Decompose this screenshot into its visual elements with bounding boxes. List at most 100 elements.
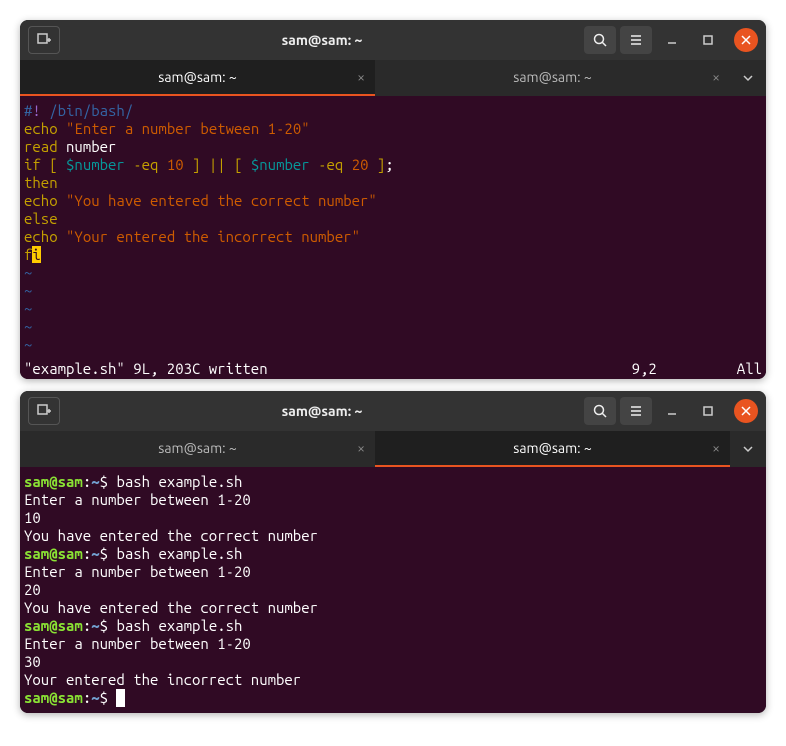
close-icon (741, 35, 751, 45)
prompt-user: sam@sam (24, 545, 83, 562)
op-eq: -eq (125, 156, 167, 173)
terminal-window-2: sam@sam: ~ sam@sam: ~ × sam@sam: ~ × sam… (20, 391, 766, 713)
titlebar: sam@sam: ~ (20, 20, 766, 60)
tab-menu-button[interactable] (730, 431, 766, 467)
out: Enter a number between 1-20 (24, 635, 251, 652)
close-icon (741, 406, 751, 416)
new-tab-button[interactable] (28, 26, 60, 54)
maximize-button[interactable] (692, 397, 724, 425)
search-button[interactable] (584, 26, 616, 54)
prompt-sep: : (83, 689, 91, 706)
menu-button[interactable] (620, 26, 652, 54)
bracket: ] (369, 156, 386, 173)
prompt-dollar: $ (100, 473, 117, 490)
kw-else: else (24, 210, 58, 227)
prompt-dollar: $ (100, 689, 117, 706)
prompt-path: ~ (91, 473, 99, 490)
tilde: ~ (24, 300, 32, 317)
bracket: ] (184, 156, 209, 173)
str: "You have entered the correct number" (66, 192, 377, 209)
prompt-path: ~ (91, 689, 99, 706)
tab-close-icon[interactable]: × (357, 69, 365, 85)
new-tab-icon (36, 32, 52, 48)
tab-label: sam@sam: ~ (158, 440, 236, 456)
out: Your entered the incorrect number (24, 671, 301, 688)
minimize-button[interactable] (656, 26, 688, 54)
tilde: ~ (24, 264, 32, 281)
var: $number (66, 156, 125, 173)
maximize-icon (702, 34, 714, 46)
search-icon (592, 32, 608, 48)
str: "Enter a number between 1-20" (66, 120, 310, 137)
terminal-content-vim[interactable]: #! /bin/bash/ echo "Enter a number betwe… (20, 96, 766, 360)
search-button[interactable] (584, 397, 616, 425)
out: You have entered the correct number (24, 599, 318, 616)
prompt-user: sam@sam (24, 473, 83, 490)
tilde: ~ (24, 282, 32, 299)
prompt-path: ~ (91, 545, 99, 562)
shell-cursor (116, 689, 125, 707)
vim-cursor: i (32, 246, 40, 263)
out: Enter a number between 1-20 (24, 563, 251, 580)
tab-1[interactable]: sam@sam: ~ × (20, 431, 375, 467)
input: 10 (24, 509, 41, 526)
kw-echo: echo (24, 192, 58, 209)
close-button[interactable] (734, 399, 758, 423)
tab-label: sam@sam: ~ (513, 440, 591, 456)
maximize-icon (702, 405, 714, 417)
status-filename: "example.sh" 9L, 203C written (24, 360, 268, 377)
tab-close-icon[interactable]: × (357, 440, 365, 456)
maximize-button[interactable] (692, 26, 724, 54)
input: 20 (24, 581, 41, 598)
tab-2[interactable]: sam@sam: ~ × (375, 431, 730, 467)
terminal-window-1: sam@sam: ~ sam@sam: ~ × sam@sam: ~ × #! … (20, 20, 766, 379)
minimize-icon (666, 34, 678, 46)
minimize-icon (666, 405, 678, 417)
bracket: [ (226, 156, 251, 173)
tab-label: sam@sam: ~ (513, 69, 591, 85)
tab-1[interactable]: sam@sam: ~ × (20, 60, 375, 96)
cmd: bash example.sh (116, 617, 242, 634)
close-button[interactable] (734, 28, 758, 52)
minimize-button[interactable] (656, 397, 688, 425)
status-scroll: All (737, 360, 762, 377)
cmd: bash example.sh (116, 473, 242, 490)
str: "Your entered the incorrect number" (66, 228, 360, 245)
new-tab-button[interactable] (28, 397, 60, 425)
prompt-sep: : (83, 617, 91, 634)
terminal-content-shell[interactable]: sam@sam:~$ bash example.sh Enter a numbe… (20, 467, 766, 713)
tab-bar: sam@sam: ~ × sam@sam: ~ × (20, 60, 766, 96)
prompt-sep: : (83, 545, 91, 562)
window-title: sam@sam: ~ (64, 403, 580, 419)
shebang-path: /bin/bash/ (41, 102, 133, 119)
prompt-sep: : (83, 473, 91, 490)
tab-bar: sam@sam: ~ × sam@sam: ~ × (20, 431, 766, 467)
tab-close-icon[interactable]: × (712, 69, 720, 85)
window-title: sam@sam: ~ (64, 32, 580, 48)
kw-echo: echo (24, 228, 58, 245)
input: 30 (24, 653, 41, 670)
hamburger-icon (628, 403, 644, 419)
var: $number (251, 156, 310, 173)
tab-2[interactable]: sam@sam: ~ × (375, 60, 730, 96)
kw-echo: echo (24, 120, 58, 137)
prompt-path: ~ (91, 617, 99, 634)
semi: ; (385, 156, 393, 173)
chevron-down-icon (742, 72, 754, 84)
bracket: [ (41, 156, 66, 173)
tab-menu-button[interactable] (730, 60, 766, 96)
prompt-user: sam@sam (24, 689, 83, 706)
tab-close-icon[interactable]: × (712, 440, 720, 456)
out: You have entered the correct number (24, 527, 318, 544)
op-or: || (209, 156, 226, 173)
kw-then: then (24, 174, 58, 191)
menu-button[interactable] (620, 397, 652, 425)
status-position: 9,2 (632, 360, 657, 377)
prompt-dollar: $ (100, 617, 117, 634)
tilde: ~ (24, 318, 32, 335)
chevron-down-icon (742, 443, 754, 455)
tilde: ~ (24, 336, 32, 353)
tab-label: sam@sam: ~ (158, 69, 236, 85)
shebang-bang: ! (32, 102, 40, 119)
hamburger-icon (628, 32, 644, 48)
